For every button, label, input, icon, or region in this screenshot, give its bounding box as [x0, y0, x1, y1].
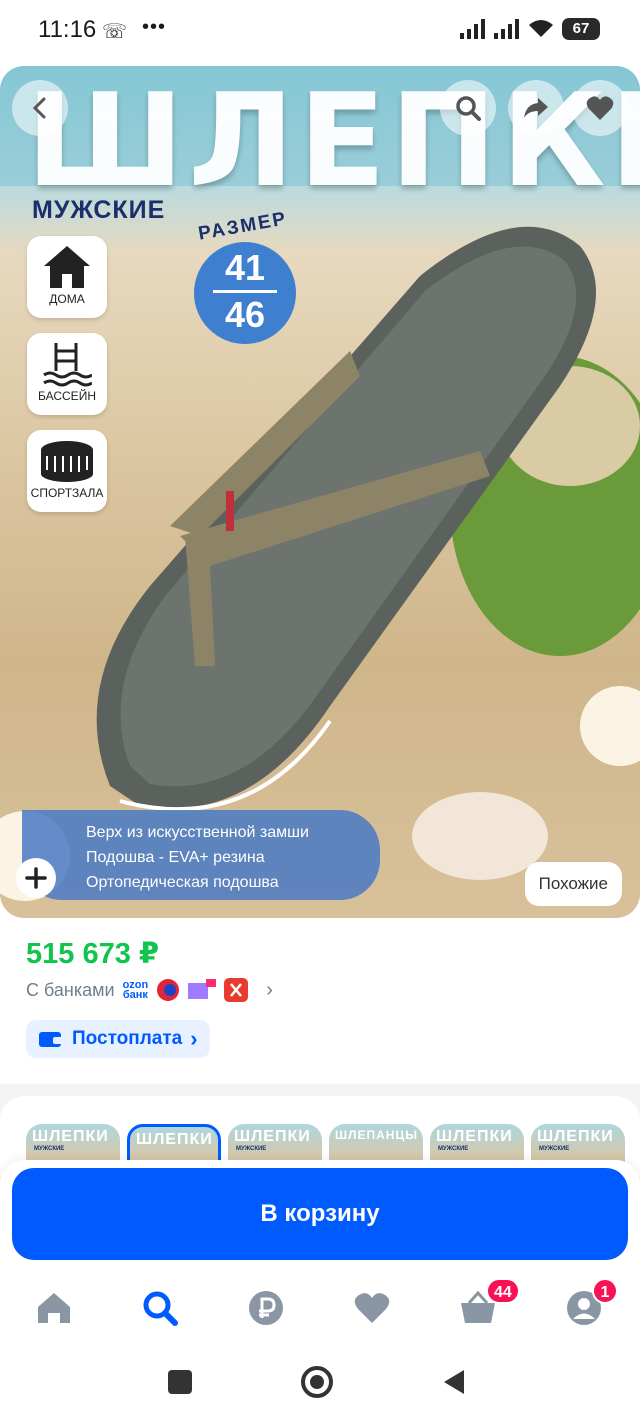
feature-line: Ортопедическая подошва: [86, 874, 279, 891]
wallet-icon: [39, 1032, 63, 1047]
feature-gym: СПОРТЗАЛА: [27, 430, 107, 512]
status-icons: 67: [460, 18, 600, 40]
bank-logo-icon-3: [224, 978, 249, 1002]
favorite-button[interactable]: [572, 80, 628, 136]
variant-thumb-sub: МУЖСКИЕ: [34, 1146, 65, 1152]
profile-badge: 1: [592, 1278, 618, 1304]
expand-button[interactable]: [16, 858, 56, 898]
nav-search[interactable]: [140, 1288, 180, 1328]
home-icon: [38, 1293, 70, 1323]
battery-indicator: 67: [562, 18, 600, 40]
system-nav-bar: [0, 1344, 640, 1423]
heart-icon: [354, 1293, 390, 1323]
feature-line: Подошва - EVA+ резина: [86, 849, 265, 866]
back-system-icon[interactable]: [442, 1368, 466, 1396]
ruble-icon: [249, 1291, 283, 1325]
home-system-dot: [310, 1375, 324, 1389]
variant-thumb-title: ШЛЕПАНЦЫ: [335, 1128, 418, 1142]
share-button[interactable]: [508, 80, 564, 136]
banks-label: С банками: [26, 979, 115, 1000]
variant-thumb-title: ШЛЕПКИ: [436, 1128, 513, 1145]
similar-button[interactable]: Похожие: [524, 862, 622, 906]
plus-icon: [25, 867, 47, 889]
variant-thumb-title: ШЛЕПКИ: [537, 1128, 614, 1145]
cart-badge: 44: [486, 1278, 520, 1304]
nav-profile[interactable]: 1: [564, 1278, 618, 1328]
feature-pool-label: БАССЕЙН: [38, 389, 96, 403]
nav-finance[interactable]: [246, 1288, 286, 1328]
stadium-icon: [41, 441, 93, 482]
recents-button[interactable]: [168, 1370, 192, 1394]
pool-icon: [43, 343, 92, 387]
back-button[interactable]: [12, 80, 68, 136]
price-value: 515 673 ₽: [26, 938, 160, 970]
status-time: 11:16: [38, 16, 97, 43]
signal-icon: [460, 19, 485, 39]
bottom-nav: 44 1: [0, 1274, 640, 1344]
size-max: 46: [224, 294, 266, 335]
size-min: 41: [224, 247, 266, 288]
price-card: 515 673 ₽ С банками ozon банк › Постопла…: [0, 918, 640, 1084]
product-image[interactable]: ШЛЕПКИ МУЖСКИЕ РАЗМЕР 41 46 ДОМА БАССЕЙН…: [0, 66, 640, 918]
bank-offers[interactable]: С банками ozon банк ›: [26, 978, 273, 1002]
hero-subtitle: МУЖСКИЕ: [32, 196, 166, 224]
wifi-icon: [529, 20, 553, 37]
variant-thumb-title: ШЛЕПКИ: [234, 1128, 311, 1145]
search-icon: [456, 96, 481, 121]
feature-home: ДОМА: [27, 236, 107, 318]
feature-gym-label: СПОРТЗАЛА: [30, 486, 104, 500]
cart-bar: В корзину: [0, 1160, 640, 1274]
signal-icon-2: [494, 19, 519, 39]
ozon-bank-logo: ozon банк: [122, 980, 149, 1001]
feature-line: Верх из искусственной замши: [86, 824, 309, 841]
bank-logo-icon-2: [188, 979, 217, 999]
heart-icon: [586, 96, 614, 120]
ozon-bank-line2: банк: [122, 989, 148, 1001]
nav-cart[interactable]: 44: [458, 1278, 520, 1328]
variant-thumb-title: ШЛЕПКИ: [136, 1131, 213, 1148]
size-badge: 41 46: [194, 242, 296, 344]
nav-home[interactable]: [34, 1288, 74, 1328]
house-icon: [44, 246, 90, 288]
chevron-right-icon: ›: [266, 978, 273, 1001]
feature-home-label: ДОМА: [49, 292, 85, 306]
variant-thumb-sub: МУЖСКИЕ: [236, 1146, 267, 1152]
variant-thumb-title: ШЛЕПКИ: [32, 1128, 109, 1145]
postpay-button[interactable]: Постоплата ›: [26, 1020, 210, 1058]
share-icon: [524, 98, 548, 118]
variant-thumb-sub: МУЖСКИЕ: [539, 1146, 570, 1152]
add-to-cart-button[interactable]: В корзину: [12, 1168, 628, 1260]
search-button[interactable]: [440, 80, 496, 136]
variant-thumb-sub: МУЖСКИЕ: [438, 1146, 469, 1152]
size-divider: [213, 290, 277, 293]
search-icon: [143, 1291, 178, 1326]
chevron-left-icon: [32, 97, 46, 119]
chevron-right-icon: ›: [190, 1026, 198, 1051]
nav-favorites[interactable]: [352, 1288, 392, 1328]
feature-pool: БАССЕЙН: [27, 333, 107, 415]
status-bar: 11:16 ☏ ••• 67: [0, 0, 640, 62]
bank-logo-icon: [157, 979, 180, 1001]
product-features-box: Верх из искусственной замши Подошва - EV…: [22, 810, 380, 900]
more-notifications-icon: •••: [142, 16, 167, 38]
missed-call-icon: ☏: [102, 21, 128, 43]
home-system-button[interactable]: [301, 1366, 333, 1398]
postpay-label: Постоплата: [72, 1028, 183, 1049]
